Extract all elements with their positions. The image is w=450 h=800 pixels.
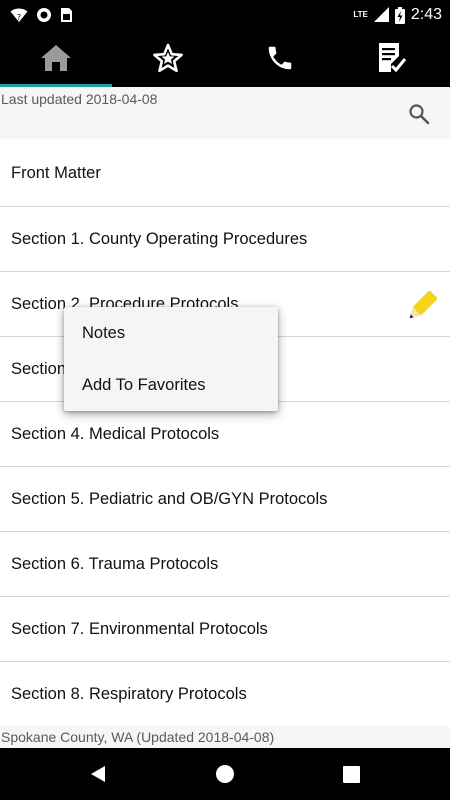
search-icon[interactable]: [408, 103, 430, 125]
last-updated-header: Last updated 2018-04-08: [0, 87, 450, 139]
back-button[interactable]: [68, 748, 128, 800]
list-item-label: Section 6. Trauma Protocols: [11, 554, 219, 573]
tab-favorites[interactable]: [112, 29, 224, 87]
list-item[interactable]: Section 5. Pediatric and OB/GYN Protocol…: [0, 467, 450, 532]
context-menu: Notes Add To Favorites: [64, 307, 278, 411]
list-item-label: Section 7. Environmental Protocols: [11, 619, 268, 638]
back-icon: [91, 766, 105, 782]
battery-icon: [394, 6, 405, 24]
network-type-label: LTE: [353, 10, 368, 19]
system-navigation-bar: [0, 748, 450, 800]
recents-button[interactable]: [321, 748, 381, 800]
footer-text: Spokane County, WA (Updated 2018-04-08): [1, 729, 275, 745]
list-item-label: Section 5. Pediatric and OB/GYN Protocol…: [11, 489, 328, 508]
last-updated-text: Last updated 2018-04-08: [1, 91, 158, 107]
svg-text:?: ?: [17, 13, 21, 22]
phone-icon: [268, 46, 292, 70]
menu-item-notes[interactable]: Notes: [64, 307, 278, 359]
list-item[interactable]: Section 7. Environmental Protocols: [0, 597, 450, 662]
tab-contacts[interactable]: [224, 29, 336, 87]
tab-checklist[interactable]: [336, 29, 448, 87]
checklist-icon: [379, 43, 407, 73]
list-item-label: Section 1. County Operating Procedures: [11, 229, 308, 248]
sim-card-icon: [61, 8, 72, 22]
star-icon: [153, 43, 183, 73]
notification-icon: [37, 8, 51, 22]
list-item[interactable]: Section 8. Respiratory Protocols: [0, 662, 450, 726]
clock: 2:43: [410, 6, 442, 23]
list-item[interactable]: Front Matter: [0, 141, 450, 207]
menu-item-add-to-favorites[interactable]: Add To Favorites: [64, 359, 278, 411]
recents-icon: [342, 765, 360, 783]
status-bar: ? LTE 2:43: [0, 0, 450, 29]
signal-icon: [373, 7, 389, 22]
list-item-label: Section 4. Medical Protocols: [11, 424, 220, 443]
list-item[interactable]: Section 4. Medical Protocols: [0, 402, 450, 467]
wifi-icon: ?: [10, 8, 28, 22]
protocol-list: Front Matter Section 1. County Operating…: [0, 141, 450, 726]
home-circle-icon: [216, 765, 234, 783]
tab-bar: [0, 29, 450, 87]
footer: Spokane County, WA (Updated 2018-04-08): [0, 726, 450, 748]
list-item[interactable]: Section 1. County Operating Procedures: [0, 207, 450, 272]
list-item-label: Front Matter: [11, 164, 101, 182]
home-icon: [41, 45, 71, 71]
home-button[interactable]: [195, 748, 255, 800]
tab-home[interactable]: [0, 29, 112, 87]
pencil-icon[interactable]: [404, 290, 438, 324]
list-item-label: Section 8. Respiratory Protocols: [11, 684, 247, 703]
list-item[interactable]: Section 6. Trauma Protocols: [0, 532, 450, 597]
